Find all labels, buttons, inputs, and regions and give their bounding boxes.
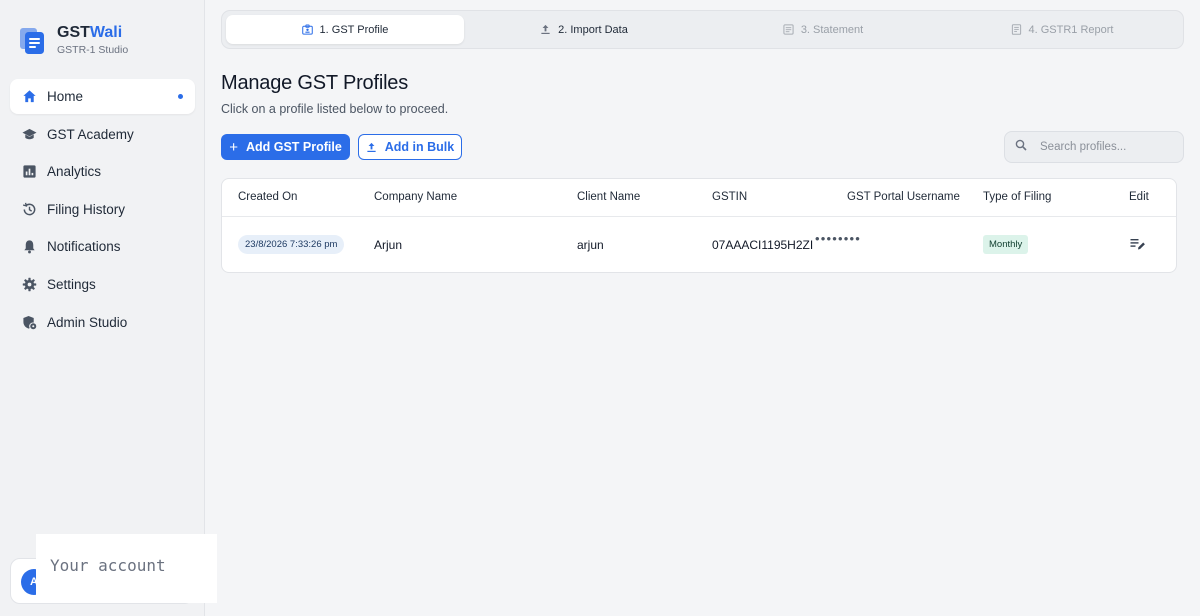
column-header-type-of-filing: Type of Filing (983, 191, 1052, 203)
table-row[interactable]: 23/8/2026 7:33:26 pm Arjun arjun 07AAACI… (222, 217, 1176, 273)
gear-icon (22, 277, 37, 292)
gstin-cell: 07AAACI1195H2ZI (712, 238, 814, 252)
sidebar-item-label: Analytics (47, 164, 102, 179)
filing-type-badge: Monthly (983, 235, 1029, 254)
step-label: 1. GST Profile (319, 23, 389, 36)
button-label: Add GST Profile (245, 140, 342, 154)
sidebar-item-label: Home (47, 89, 84, 104)
brand[interactable]: GSTWali GSTR-1 Studio (19, 24, 128, 56)
sidebar-item-label: Notifications (47, 239, 121, 254)
sidebar-item-gst-academy[interactable]: GST Academy (10, 117, 195, 152)
column-header-portal-username: GST Portal Username (847, 191, 960, 203)
plus-icon: + (229, 138, 238, 156)
sidebar-item-admin-studio[interactable]: Admin Studio (10, 305, 195, 340)
column-header-company-name: Company Name (374, 191, 458, 203)
bell-icon (22, 239, 37, 254)
analytics-icon (22, 164, 37, 179)
graduation-cap-icon (22, 127, 37, 142)
step-gst-profile[interactable]: 1. GST Profile (226, 15, 464, 44)
home-icon (22, 89, 37, 104)
step-label: 3. Statement (800, 23, 864, 36)
brand-subtitle: GSTR-1 Studio (57, 44, 129, 56)
upload-icon (540, 24, 551, 35)
column-header-edit: Edit (1129, 191, 1149, 203)
account-tooltip: Your account (36, 534, 217, 603)
sidebar-item-label: Admin Studio (47, 314, 128, 330)
created-on-badge: 23/8/2026 7:33:26 pm (238, 235, 345, 254)
profiles-table: Created On Company Name Client Name GSTI… (221, 178, 1177, 273)
button-label: Add in Bulk (384, 140, 455, 154)
progress-stepper: 1. GST Profile 2. Import Data 3. Stateme… (221, 10, 1184, 49)
portal-username-masked: •••••••• (815, 231, 862, 246)
sidebar-item-settings[interactable]: Settings (10, 267, 195, 302)
sidebar: GSTWali GSTR-1 Studio Home GST Academy A… (0, 0, 205, 616)
page-title: Manage GST Profiles (221, 72, 409, 94)
column-header-created-on: Created On (238, 191, 298, 203)
sidebar-item-notifications[interactable]: Notifications (10, 229, 195, 264)
step-gstr1-report[interactable]: 4. GSTR1 Report (943, 15, 1181, 44)
table-header: Created On Company Name Client Name GSTI… (222, 179, 1176, 217)
report-icon (1011, 24, 1022, 35)
profile-card-icon (301, 24, 313, 35)
page-subtitle: Click on a profile listed below to proce… (221, 102, 449, 116)
edit-icon[interactable] (1130, 237, 1146, 251)
search-icon (1015, 138, 1027, 156)
statement-icon (783, 24, 794, 35)
step-import-data[interactable]: 2. Import Data (465, 15, 703, 44)
history-icon (22, 202, 37, 217)
search-input[interactable] (1040, 141, 1170, 153)
sidebar-item-filing-history[interactable]: Filing History (10, 192, 195, 227)
upload-icon (366, 142, 377, 153)
sidebar-item-label: Filing History (47, 201, 126, 217)
sidebar-item-home[interactable]: Home (10, 79, 195, 114)
app-logo-icon (20, 28, 44, 54)
active-indicator-dot (178, 94, 183, 99)
step-statement[interactable]: 3. Statement (704, 15, 942, 44)
sidebar-item-label: Settings (47, 276, 96, 292)
step-label: 2. Import Data (558, 23, 628, 36)
brand-name: GSTWali (57, 24, 123, 41)
search-box[interactable] (1004, 131, 1184, 163)
step-label: 4. GSTR1 Report (1028, 23, 1114, 36)
column-header-gstin: GSTIN (712, 191, 748, 203)
admin-shield-icon (22, 315, 37, 330)
sidebar-item-analytics[interactable]: Analytics (10, 154, 195, 189)
add-gst-profile-button[interactable]: + Add GST Profile (221, 134, 350, 160)
add-in-bulk-button[interactable]: Add in Bulk (358, 134, 462, 160)
sidebar-item-label: GST Academy (47, 126, 134, 142)
client-name-cell: arjun (577, 238, 604, 252)
company-name-cell: Arjun (374, 238, 403, 252)
sidebar-nav: Home GST Academy Analytics Filing Histor… (10, 79, 195, 342)
column-header-client-name: Client Name (577, 191, 641, 203)
